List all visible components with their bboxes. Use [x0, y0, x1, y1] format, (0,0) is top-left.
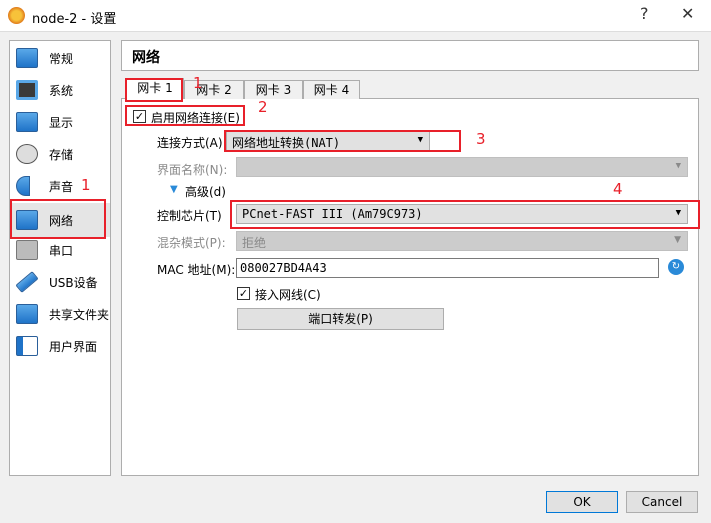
- disk-icon: [16, 144, 38, 164]
- mac-address-input[interactable]: 080027BD4A43: [236, 258, 659, 278]
- sidebar-item-display[interactable]: 显示: [10, 107, 110, 137]
- chip-icon: [16, 80, 38, 100]
- annotation-box-adapter: [230, 200, 700, 229]
- annotation-box-attach: [224, 130, 461, 152]
- sidebar-item-audio[interactable]: 声音: [10, 171, 110, 201]
- port-forwarding-button[interactable]: 端口转发(P): [237, 308, 444, 330]
- attached-to-label: 连接方式(A):: [157, 136, 227, 150]
- annotation-number: 1: [81, 176, 91, 194]
- sidebar-item-serial[interactable]: 串口: [10, 235, 110, 265]
- annotation-number: 4: [613, 180, 623, 198]
- sidebar-item-shared-folders[interactable]: 共享文件夹: [10, 299, 110, 329]
- tab-adapter-4[interactable]: 网卡 4: [303, 80, 360, 99]
- advanced-toggle[interactable]: 高级(d): [185, 183, 226, 200]
- help-button[interactable]: ?: [640, 4, 649, 23]
- cancel-button[interactable]: Cancel: [626, 491, 698, 513]
- promiscuous-mode-select[interactable]: 拒绝 ▼: [236, 231, 688, 251]
- refresh-mac-icon[interactable]: ↻: [668, 259, 684, 275]
- dropdown-arrow-icon: ▼: [675, 161, 681, 171]
- sidebar-item-usb[interactable]: USB设备: [10, 267, 110, 297]
- serial-port-icon: [16, 240, 38, 260]
- cable-connected-checkbox[interactable]: ✓: [237, 287, 250, 300]
- usb-icon: [15, 271, 39, 293]
- display-icon: [16, 112, 38, 132]
- speaker-icon: [16, 176, 30, 196]
- app-icon: [8, 7, 25, 24]
- sidebar-item-system[interactable]: 系统: [10, 75, 110, 105]
- dropdown-arrow-icon: ▼: [674, 235, 681, 245]
- annotation-box-enable: [125, 105, 245, 126]
- sidebar-item-general[interactable]: 常规: [10, 43, 110, 73]
- annotation-box-tab: [125, 78, 183, 102]
- annotation-box-network: [10, 199, 106, 239]
- tab-adapter-3[interactable]: 网卡 3: [244, 80, 303, 99]
- sidebar-item-user-interface[interactable]: 用户界面: [10, 331, 110, 361]
- cable-connected-label: 接入网线(C): [255, 288, 321, 302]
- adapter-panel: [121, 98, 699, 476]
- promiscuous-mode-label: 混杂模式(P):: [157, 236, 226, 250]
- ui-icon: [16, 336, 38, 356]
- folder-icon: [16, 304, 38, 324]
- expand-triangle-icon[interactable]: ▼: [170, 184, 178, 195]
- sidebar: 常规 系统 显示 存储 声音 网络 串口 USB设备 共享文件夹 用户界面: [9, 40, 111, 476]
- close-button[interactable]: ✕: [681, 4, 694, 23]
- monitor-icon: [16, 48, 38, 68]
- interface-name-label: 界面名称(N):: [157, 163, 228, 177]
- annotation-number: 2: [258, 98, 268, 116]
- window-title: node-2 - 设置: [32, 12, 117, 27]
- page-title: 网络: [121, 40, 699, 71]
- adapter-type-label: 控制芯片(T): [157, 209, 222, 223]
- annotation-number: 1: [193, 74, 203, 92]
- annotation-number: 3: [476, 130, 486, 148]
- mac-address-label: MAC 地址(M):: [157, 263, 236, 277]
- sidebar-item-storage[interactable]: 存储: [10, 139, 110, 169]
- interface-name-select[interactable]: ▼: [236, 157, 688, 177]
- ok-button[interactable]: OK: [546, 491, 618, 513]
